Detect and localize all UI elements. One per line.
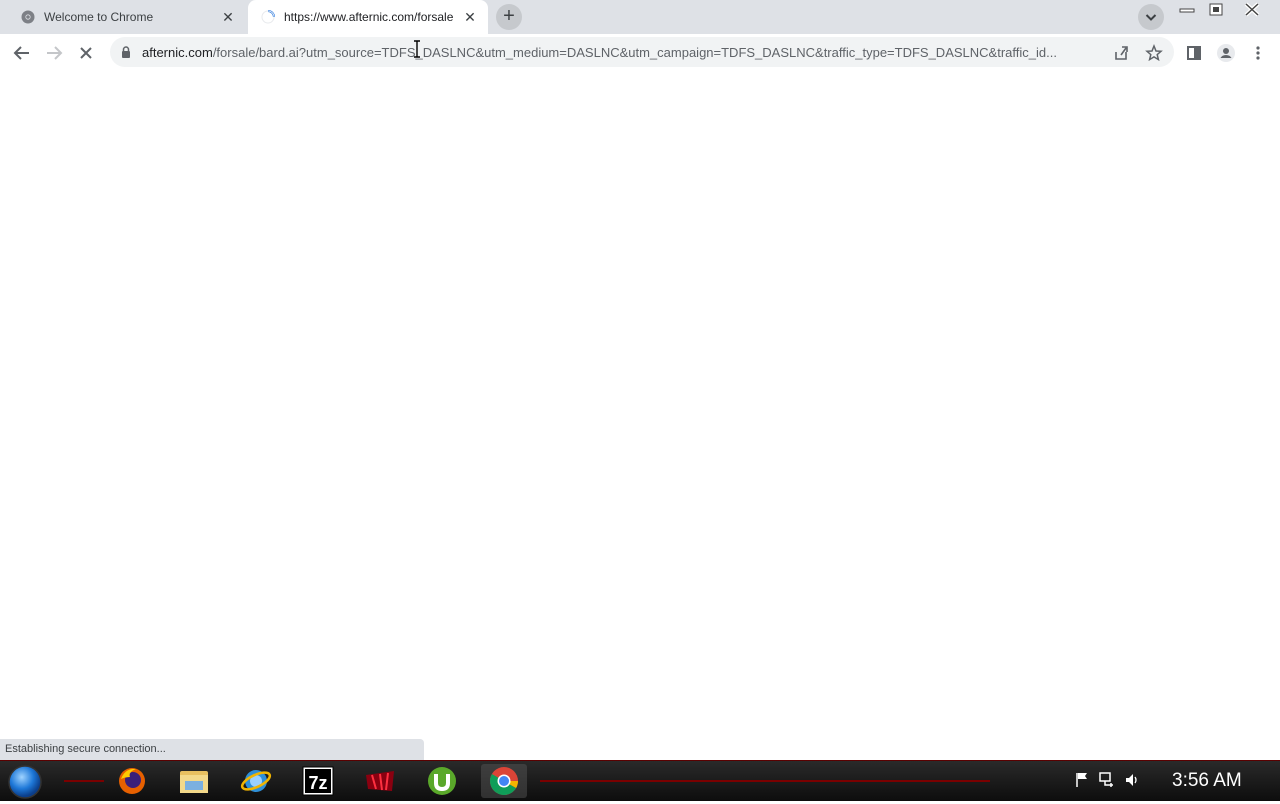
stop-icon [80,47,92,59]
chevron-down-icon [1145,14,1157,21]
taskbar-firefox[interactable] [109,764,155,798]
taskbar-clock[interactable]: 3:56 AM [1172,770,1242,792]
chrome-icon [490,767,518,795]
volume-icon[interactable] [1124,771,1140,789]
forward-icon [47,46,63,60]
back-button[interactable] [9,40,35,66]
taskbar-utorrent[interactable] [419,764,465,798]
taskbar-7zip[interactable]: 7z [295,764,341,798]
loading-spinner-icon [261,10,275,24]
chrome-favicon-icon [21,10,35,24]
close-tab-icon[interactable]: ✕ [462,9,478,25]
taskbar-red-app[interactable] [357,764,403,798]
ie-browser-icon [240,770,272,792]
lock-icon[interactable] [121,46,131,58]
profile-button[interactable] [1213,40,1239,66]
profile-icon [1217,44,1235,62]
forward-button[interactable] [41,40,67,66]
taskbar-decoration [64,780,104,782]
side-panel-button[interactable] [1181,40,1207,66]
address-bar[interactable]: afternic.com/forsale/bard.ai?utm_source=… [110,37,1174,67]
flag-icon[interactable] [1075,771,1089,789]
tab-welcome[interactable]: Welcome to Chrome ✕ [8,0,246,34]
7zip-icon: 7z [302,766,334,796]
taskbar-chrome[interactable] [481,764,527,798]
bookmark-button[interactable] [1141,40,1167,66]
tab-title: https://www.afternic.com/forsale [284,10,454,24]
tab-afternic[interactable]: https://www.afternic.com/forsale ✕ [248,0,488,34]
back-icon [13,46,29,60]
firefox-icon [119,768,145,794]
utorrent-icon [428,767,456,795]
status-bubble: Establishing secure connection... [0,739,424,760]
new-tab-button[interactable]: + [496,4,522,30]
star-icon [1145,43,1163,62]
menu-button[interactable] [1245,40,1271,66]
text-cursor-icon [414,40,420,58]
start-button[interactable] [6,763,44,799]
network-icon[interactable] [1099,771,1115,789]
share-icon [1115,46,1128,60]
taskbar: 7z 3:56 AM [0,760,1280,801]
window-controls[interactable] [1176,2,1272,18]
folder-icon [180,771,208,793]
tab-search-button[interactable] [1138,4,1164,30]
side-panel-icon [1187,46,1201,60]
browser-toolbar: afternic.com/forsale/bard.ai?utm_source=… [0,34,1280,72]
tab-title: Welcome to Chrome [44,10,154,24]
taskbar-ie[interactable] [233,764,279,798]
start-orb-icon [8,765,42,799]
taskbar-decoration [540,780,990,782]
stop-button[interactable] [73,40,99,66]
tab-strip: Welcome to Chrome ✕ https://www.afternic… [0,0,1280,34]
url-text[interactable]: afternic.com/forsale/bard.ai?utm_source=… [142,45,1102,60]
svg-text:7z: 7z [308,773,327,793]
url-host: afternic.com [142,45,213,60]
page-content [0,40,1280,760]
url-path: /forsale/bard.ai?utm_source=TDFS_DASLNC&… [212,45,1057,60]
share-button[interactable] [1108,40,1134,66]
menu-icon [1256,46,1260,60]
close-tab-icon[interactable]: ✕ [220,9,236,25]
taskbar-file-explorer[interactable] [171,764,217,798]
red-app-icon [366,771,394,791]
